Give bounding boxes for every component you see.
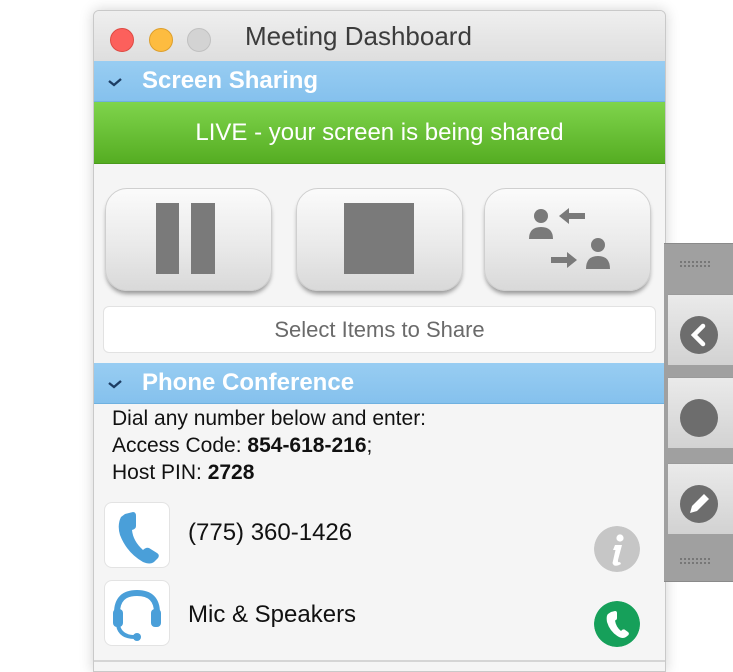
window-title: Meeting Dashboard [245, 21, 472, 51]
phone-handset-icon [118, 512, 159, 564]
host-pin-label: Host PIN: [112, 461, 208, 484]
side-toolbar [664, 243, 733, 582]
access-code-value: 854-618-216 [247, 434, 367, 457]
title-bar[interactable]: Meeting Dashboard [94, 11, 665, 62]
swap-presenter-icon [529, 208, 610, 269]
stop-icon [344, 203, 414, 274]
headset-icon [113, 589, 161, 641]
call-icon[interactable] [594, 601, 640, 647]
minimize-window-button[interactable] [149, 28, 173, 52]
pencil-icon [680, 485, 718, 523]
dial-instructions: Dial any number below and enter: [112, 407, 427, 430]
audio-option-label[interactable]: Mic & Speakers [188, 601, 356, 629]
divider [94, 660, 665, 662]
screen-sharing-header[interactable]: Screen Sharing [94, 61, 665, 102]
collapse-chevron-icon [108, 380, 122, 389]
pass-presenter-button[interactable] [484, 188, 651, 291]
live-sharing-banner: LIVE - your screen is being shared [94, 102, 665, 164]
screen-sharing-title: Screen Sharing [142, 67, 319, 94]
access-code-label: Access Code: [112, 434, 248, 457]
chevron-left-icon [680, 316, 718, 354]
meeting-dashboard-window: Meeting Dashboard Screen Sharing LIVE - … [93, 10, 666, 672]
phone-call-tile[interactable] [104, 502, 170, 568]
drag-handle-icon[interactable] [678, 557, 714, 565]
pause-icon [156, 203, 215, 274]
dial-in-phone-number[interactable]: (775) 360-1426 [188, 519, 352, 547]
select-items-to-share-button[interactable]: Select Items to Share [103, 306, 656, 353]
phone-conference-header[interactable]: Phone Conference [94, 363, 665, 404]
host-pin-line: Host PIN: 2728 [112, 459, 254, 486]
close-window-button[interactable] [110, 28, 134, 52]
pause-sharing-button[interactable] [105, 188, 272, 291]
host-pin-value: 2728 [207, 461, 255, 484]
audio-device-tile[interactable] [104, 580, 170, 646]
record-icon [680, 399, 718, 437]
collapse-panel-button[interactable] [668, 294, 733, 365]
access-code-suffix: ; [366, 434, 373, 457]
collapse-chevron-icon [108, 78, 122, 87]
access-code-line: Access Code: 854-618-216; [112, 432, 372, 459]
zoom-window-button[interactable] [187, 28, 211, 52]
info-icon[interactable] [594, 526, 640, 572]
annotate-button[interactable] [668, 463, 733, 534]
phone-conference-title: Phone Conference [142, 369, 355, 396]
drag-handle-icon[interactable] [678, 260, 714, 268]
record-button[interactable] [668, 377, 733, 448]
stop-sharing-button[interactable] [296, 188, 463, 291]
